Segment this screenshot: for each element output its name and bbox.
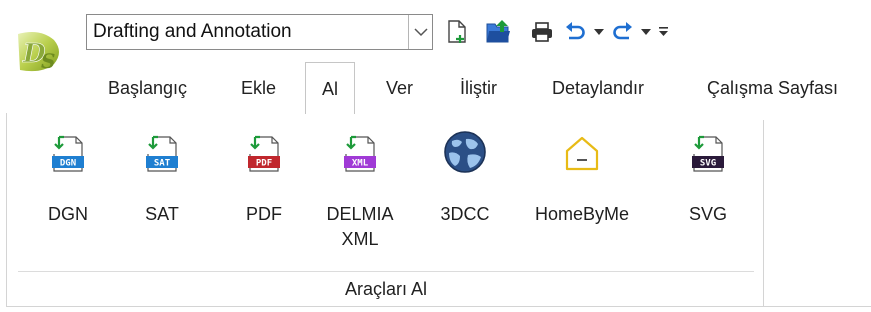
open-file-icon[interactable] (474, 14, 522, 50)
workspace-select-value: Drafting and Annotation (93, 21, 292, 42)
sat-label: SAT (145, 204, 179, 224)
globe-icon (444, 131, 486, 173)
svg-label: SVG (688, 204, 727, 224)
redo-icon[interactable] (610, 14, 636, 50)
chevron-down-icon[interactable] (408, 15, 432, 49)
xml-file-icon: XML (344, 135, 376, 172)
customize-toolbar-icon[interactable] (656, 14, 670, 50)
new-file-icon[interactable] (440, 14, 474, 50)
sat-file-icon: SAT (146, 135, 178, 172)
quick-access-toolbar (440, 14, 670, 50)
import-dgn-button[interactable]: DGN DGN (36, 134, 100, 227)
group-footer-divider (18, 271, 754, 272)
delmia-xml-label-line2: XML (341, 229, 379, 249)
svg-text:PDF: PDF (256, 159, 272, 169)
svg-text:SAT: SAT (154, 159, 171, 169)
import-3dcc-button[interactable]: 3DCC (430, 131, 500, 227)
svg-text:XML: XML (352, 159, 369, 169)
import-sat-button[interactable]: SAT SAT (130, 134, 194, 227)
house-icon (565, 136, 599, 171)
svg-text:SVG: SVG (700, 159, 716, 169)
tab-ilistir[interactable]: İliştir (460, 78, 497, 99)
pdf-label: PDF (246, 204, 282, 224)
undo-dropdown-icon[interactable] (588, 14, 610, 50)
tab-ver[interactable]: Ver (386, 78, 413, 99)
homebyme-label: HomeByMe (534, 204, 630, 224)
print-icon[interactable] (522, 14, 562, 50)
dgn-label: DGN (48, 204, 88, 224)
tab-detaylandir[interactable]: Detaylandır (552, 78, 644, 99)
delmia-xml-label: DELMIA XML (322, 202, 398, 252)
delmia-xml-label-line1: DELMIA (326, 204, 394, 224)
pdf-file-icon: PDF (248, 135, 280, 172)
import-pdf-button[interactable]: PDF PDF (232, 134, 296, 227)
group-divider (763, 120, 764, 306)
import-svg-button[interactable]: SVG SVG (676, 134, 740, 227)
svg-text:DGN: DGN (60, 159, 76, 169)
dgn-file-icon: DGN (52, 135, 84, 172)
import-delmia-xml-button[interactable]: XML DELMIA XML (322, 134, 398, 252)
tab-baslangic[interactable]: Başlangıç (108, 78, 187, 99)
redo-dropdown-icon[interactable] (636, 14, 656, 50)
tab-al[interactable]: Al (305, 62, 356, 114)
ribbon-tabs: Başlangıç Ekle Al Ver İliştir Detaylandı… (0, 60, 871, 114)
tab-calisma-sayfasi[interactable]: Çalışma Sayfası (707, 78, 838, 99)
svg-file-icon: SVG (692, 135, 724, 172)
tab-ekle[interactable]: Ekle (241, 78, 276, 99)
3dcc-label: 3DCC (440, 204, 490, 224)
import-homebyme-button[interactable]: HomeByMe (527, 134, 637, 227)
workspace-select[interactable]: Drafting and Annotation (86, 14, 433, 50)
undo-icon[interactable] (562, 14, 588, 50)
group-title: Araçları Al (344, 279, 428, 299)
